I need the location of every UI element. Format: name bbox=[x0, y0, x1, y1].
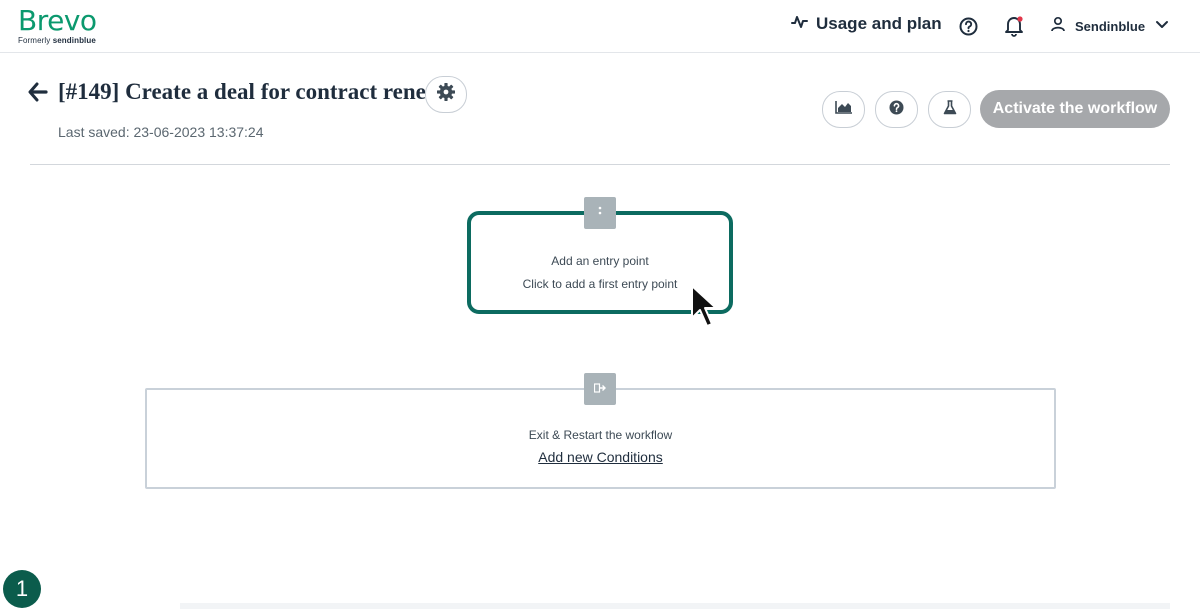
flask-icon bbox=[943, 99, 957, 120]
help-icon[interactable] bbox=[958, 16, 979, 42]
area-chart-icon bbox=[834, 100, 853, 119]
workflow-title: [#149] Create a deal for contract renewa… bbox=[58, 79, 461, 104]
exit-icon bbox=[593, 380, 606, 398]
help-button[interactable] bbox=[875, 91, 918, 128]
entry-point-title: Add an entry point bbox=[551, 254, 649, 268]
activate-workflow-button[interactable]: Activate the workflow bbox=[980, 90, 1170, 128]
last-saved-text: Last saved: 23-06-2023 13:37:24 bbox=[58, 124, 264, 140]
test-button[interactable] bbox=[928, 91, 971, 128]
settings-button[interactable] bbox=[425, 76, 467, 113]
top-bar: Brevo Formerly sendinblue Usage and plan… bbox=[0, 0, 1200, 53]
logo-formerly-name: sendinblue bbox=[52, 36, 96, 45]
logo-wordmark: Brevo bbox=[18, 4, 97, 37]
entry-node-badge bbox=[584, 197, 616, 229]
user-icon bbox=[1050, 16, 1066, 37]
logo-formerly-prefix: Formerly bbox=[18, 36, 51, 45]
gear-icon bbox=[436, 82, 456, 107]
exit-node-badge bbox=[584, 373, 616, 405]
account-menu[interactable]: Sendinblue bbox=[1050, 16, 1170, 37]
add-new-conditions-link[interactable]: Add new Conditions bbox=[147, 449, 1054, 465]
mouse-cursor-icon bbox=[690, 284, 720, 335]
exit-restart-title: Exit & Restart the workflow bbox=[528, 428, 673, 442]
dots-icon bbox=[598, 204, 602, 222]
bottom-strip bbox=[180, 603, 1170, 609]
back-arrow-icon[interactable] bbox=[28, 82, 48, 107]
statistics-button[interactable] bbox=[822, 91, 865, 128]
header-divider bbox=[30, 164, 1170, 165]
account-label: Sendinblue bbox=[1075, 19, 1146, 34]
step-badge: 1 bbox=[3, 570, 41, 608]
question-icon bbox=[889, 100, 904, 120]
brevo-logo[interactable]: Brevo Formerly sendinblue bbox=[18, 4, 97, 46]
logo-formerly: Formerly sendinblue bbox=[18, 36, 97, 45]
chevron-down-icon bbox=[1154, 18, 1170, 36]
usage-and-plan-label: Usage and plan bbox=[816, 14, 942, 33]
usage-and-plan-button[interactable]: Usage and plan bbox=[791, 14, 942, 34]
bell-icon[interactable] bbox=[1004, 15, 1024, 42]
activity-icon bbox=[791, 15, 808, 34]
